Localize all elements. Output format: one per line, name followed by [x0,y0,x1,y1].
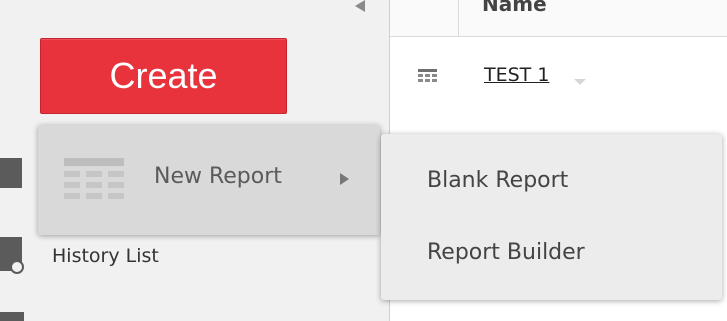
column-divider [458,0,459,36]
name-column-header[interactable]: Name [482,0,547,16]
report-grid-icon [418,69,437,84]
menu-item-new-report[interactable]: New Report [38,125,380,235]
menu-item-blank-report[interactable]: Blank Report [381,154,722,212]
sidebar-item-icon[interactable] [0,312,24,321]
collapse-sidebar-icon[interactable] [355,0,365,12]
grid-header: Name [390,0,727,37]
chevron-down-icon[interactable] [574,79,586,85]
history-list-link[interactable]: History List [52,245,159,267]
report-table-icon [64,158,124,204]
create-menu: New Report [38,125,380,235]
create-button[interactable]: Create [40,38,287,114]
menu-item-label: Blank Report [427,168,569,193]
menu-item-report-builder[interactable]: Report Builder [381,226,722,284]
report-name-link[interactable]: TEST 1 [484,64,549,86]
menu-item-label: Report Builder [427,240,585,265]
new-report-submenu: Blank Report Report Builder [381,134,722,300]
chevron-right-icon [340,173,349,185]
clock-icon [10,260,24,274]
people-icon[interactable] [0,158,22,188]
menu-item-label: New Report [154,164,282,189]
